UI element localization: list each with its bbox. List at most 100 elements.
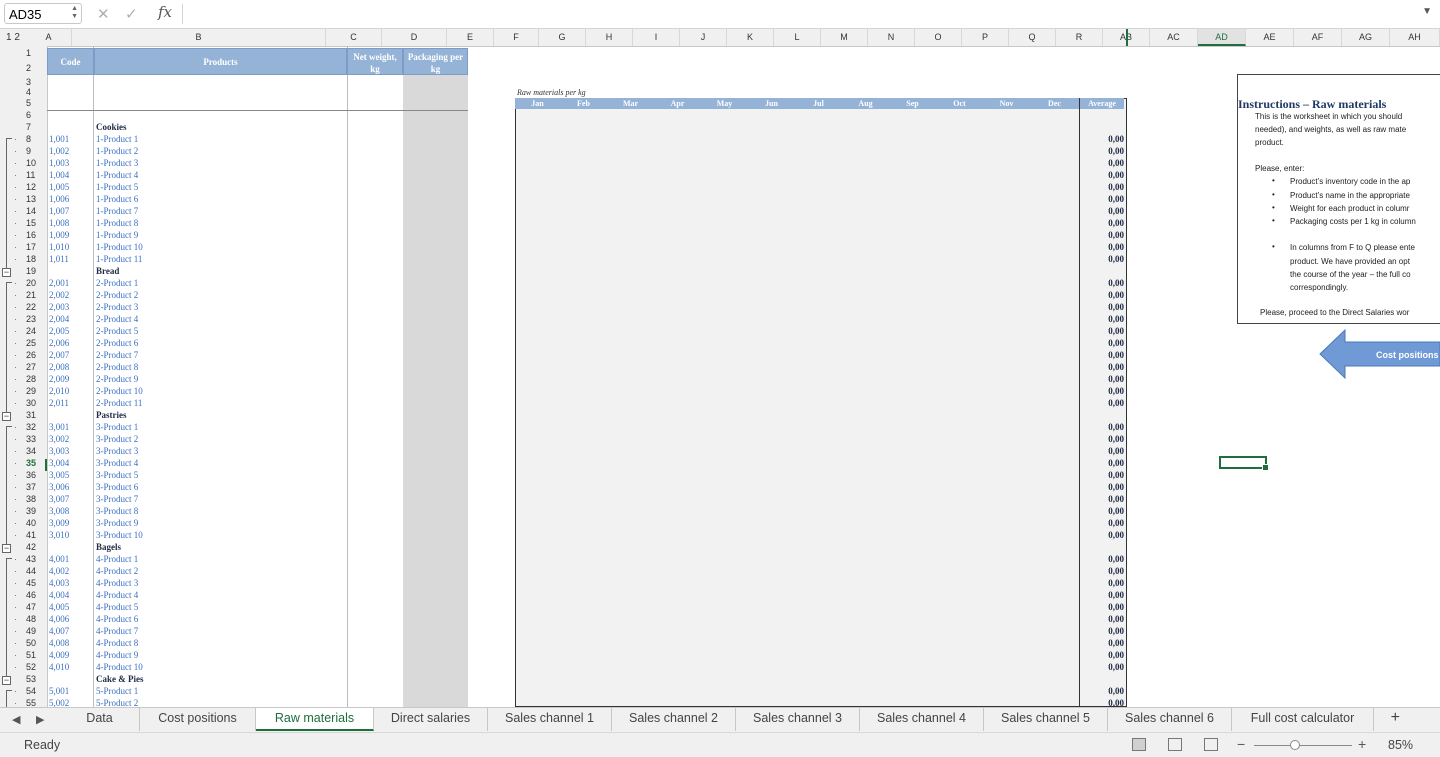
product-code-cell[interactable]: 3,004 (49, 457, 69, 469)
product-name-cell[interactable]: 4-Product 1 (96, 553, 138, 565)
product-name-cell[interactable]: 4-Product 4 (96, 589, 138, 601)
tab-sales-channel-1[interactable]: Sales channel 1 (488, 708, 612, 731)
packaging-header[interactable]: Packaging per kg (403, 48, 468, 75)
tab-sales-channel-5[interactable]: Sales channel 5 (984, 708, 1108, 731)
product-code-cell[interactable]: 4,006 (49, 613, 69, 625)
product-name-cell[interactable]: 3-Product 10 (96, 529, 143, 541)
zoom-slider[interactable] (1254, 745, 1352, 746)
product-name-cell[interactable]: 2-Product 5 (96, 325, 138, 337)
row-header-28[interactable]: 28 (26, 374, 46, 384)
product-name-cell[interactable]: 5-Product 2 (96, 697, 138, 707)
row-header-4[interactable]: 4 (26, 87, 46, 97)
product-name-cell[interactable]: 3-Product 5 (96, 469, 138, 481)
product-name-cell[interactable]: 1-Product 11 (96, 253, 142, 265)
product-name-cell[interactable]: 1-Product 6 (96, 193, 138, 205)
column-header-a[interactable]: A (26, 29, 72, 46)
tab-sales-channel-6[interactable]: Sales channel 6 (1108, 708, 1232, 731)
category-label[interactable]: Bagels (96, 541, 121, 553)
column-header-ah[interactable]: AH (1390, 29, 1440, 46)
row-header-14[interactable]: 14 (26, 206, 46, 216)
row-header-11[interactable]: 11 (26, 170, 46, 180)
tab-direct-salaries[interactable]: Direct salaries (374, 708, 488, 731)
column-header-j[interactable]: J (680, 29, 727, 46)
page-break-view-icon[interactable] (1204, 738, 1218, 751)
product-name-cell[interactable]: 1-Product 8 (96, 217, 138, 229)
product-name-cell[interactable]: 4-Product 6 (96, 613, 138, 625)
row-header-36[interactable]: 36 (26, 470, 46, 480)
page-layout-view-icon[interactable] (1168, 738, 1182, 751)
product-code-cell[interactable]: 1,002 (49, 145, 69, 157)
product-code-cell[interactable]: 3,002 (49, 433, 69, 445)
product-name-cell[interactable]: 4-Product 5 (96, 601, 138, 613)
row-header-6[interactable]: 6 (26, 110, 46, 120)
product-name-cell[interactable]: 3-Product 7 (96, 493, 138, 505)
product-name-cell[interactable]: 3-Product 2 (96, 433, 138, 445)
product-code-cell[interactable]: 1,007 (49, 205, 69, 217)
product-name-cell[interactable]: 3-Product 6 (96, 481, 138, 493)
product-code-cell[interactable]: 2,003 (49, 301, 69, 313)
row-header-38[interactable]: 38 (26, 494, 46, 504)
column-header-r[interactable]: R (1056, 29, 1103, 46)
row-header-32[interactable]: 32 (26, 422, 46, 432)
worksheet-grid[interactable]: Code Products Net weight, kg Packaging p… (47, 46, 1440, 707)
product-code-cell[interactable]: 1,003 (49, 157, 69, 169)
category-label[interactable]: Cake & Pies (96, 673, 144, 685)
collapse-group-icon[interactable]: − (2, 676, 11, 685)
prev-sheet-icon[interactable]: ◀ (12, 713, 20, 726)
zoom-slider-knob[interactable] (1290, 740, 1300, 750)
product-code-cell[interactable]: 2,011 (49, 397, 69, 409)
row-header-31[interactable]: 31 (26, 410, 46, 420)
zoom-out-button[interactable]: − (1237, 736, 1245, 752)
row-header-39[interactable]: 39 (26, 506, 46, 516)
product-name-cell[interactable]: 4-Product 9 (96, 649, 138, 661)
product-name-cell[interactable]: 3-Product 4 (96, 457, 138, 469)
column-header-ac[interactable]: AC (1150, 29, 1198, 46)
collapse-group-icon[interactable]: − (2, 544, 11, 553)
row-header-34[interactable]: 34 (26, 446, 46, 456)
zoom-level[interactable]: 85% (1388, 738, 1413, 752)
row-header-51[interactable]: 51 (26, 650, 46, 660)
expand-formula-icon[interactable]: ▼ (1422, 6, 1432, 17)
row-header-12[interactable]: 12 (26, 182, 46, 192)
row-header-48[interactable]: 48 (26, 614, 46, 624)
product-code-cell[interactable]: 3,007 (49, 493, 69, 505)
fill-handle[interactable] (1262, 464, 1269, 471)
product-name-cell[interactable]: 1-Product 3 (96, 157, 138, 169)
tab-raw-materials[interactable]: Raw materials (256, 708, 374, 731)
product-code-cell[interactable]: 1,001 (49, 133, 69, 145)
column-header-p[interactable]: P (962, 29, 1009, 46)
category-label[interactable]: Cookies (96, 121, 127, 133)
column-header-k[interactable]: K (727, 29, 774, 46)
cost-positions-arrow-button[interactable]: Cost positions (1319, 328, 1440, 380)
column-header-d[interactable]: D (382, 29, 447, 46)
active-cell-cursor[interactable] (1219, 456, 1269, 471)
product-code-cell[interactable]: 1,010 (49, 241, 69, 253)
product-code-cell[interactable]: 3,009 (49, 517, 69, 529)
product-code-cell[interactable]: 4,003 (49, 577, 69, 589)
add-sheet-button[interactable]: + (1391, 709, 1400, 727)
category-label[interactable]: Pastries (96, 409, 127, 421)
products-header[interactable]: Products (94, 48, 347, 75)
product-name-cell[interactable]: 1-Product 2 (96, 145, 138, 157)
row-header-23[interactable]: 23 (26, 314, 46, 324)
column-header-ae[interactable]: AE (1246, 29, 1294, 46)
tab-cost-positions[interactable]: Cost positions (140, 708, 256, 731)
row-header-3[interactable]: 3 (26, 77, 46, 87)
product-code-cell[interactable]: 3,010 (49, 529, 69, 541)
product-code-cell[interactable]: 5,001 (49, 685, 69, 697)
outline-level-2[interactable]: 2 (14, 32, 20, 43)
product-code-cell[interactable]: 2,008 (49, 361, 69, 373)
next-sheet-icon[interactable]: ▶ (36, 713, 44, 726)
product-name-cell[interactable]: 2-Product 11 (96, 397, 142, 409)
column-header-e[interactable]: E (447, 29, 494, 46)
product-code-cell[interactable]: 1,011 (49, 253, 69, 265)
row-header-52[interactable]: 52 (26, 662, 46, 672)
row-header-29[interactable]: 29 (26, 386, 46, 396)
product-name-cell[interactable]: 2-Product 4 (96, 313, 138, 325)
tab-full-cost-calculator[interactable]: Full cost calculator (1232, 708, 1374, 731)
row-header-49[interactable]: 49 (26, 626, 46, 636)
row-header-9[interactable]: 9 (26, 146, 46, 156)
product-code-cell[interactable]: 5,002 (49, 697, 69, 707)
product-code-cell[interactable]: 4,005 (49, 601, 69, 613)
product-code-cell[interactable]: 1,005 (49, 181, 69, 193)
